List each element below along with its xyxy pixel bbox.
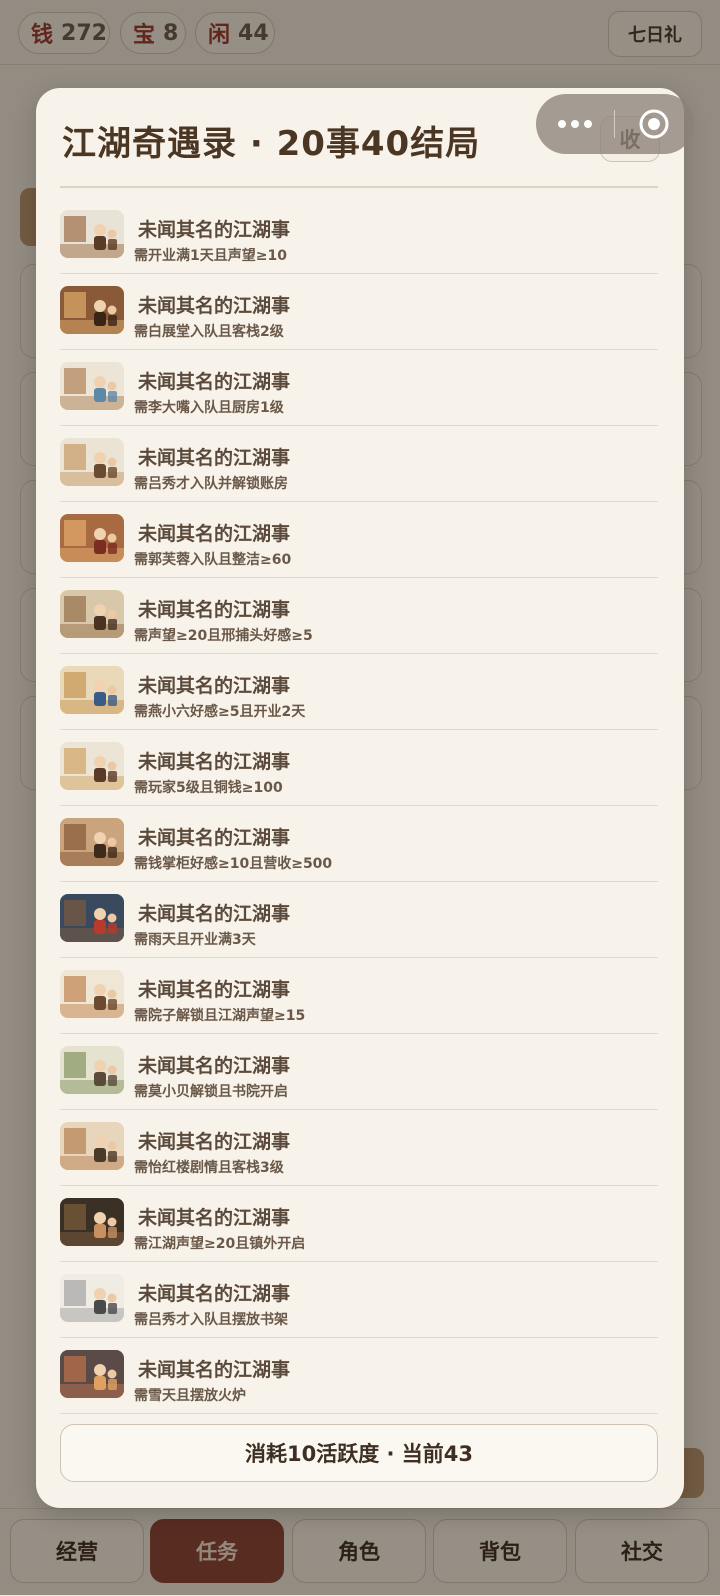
- event-requirement: 需李大嘴入队且厨房1级: [134, 400, 284, 416]
- event-requirement: 需怡红楼剧情且客栈3级: [134, 1160, 284, 1176]
- event-name: 未闻其名的江湖事: [138, 1359, 291, 1381]
- event-requirement: 需雪天且摆放火炉: [134, 1388, 246, 1404]
- event-name: 未闻其名的江湖事: [138, 903, 291, 925]
- nav-overlay: [0, 1508, 720, 1595]
- event-name: 未闻其名的江湖事: [138, 675, 291, 697]
- event-illustration: [60, 666, 124, 714]
- event-requirement: 需声望≥20且邢捕头好感≥5: [134, 628, 313, 644]
- event-name: 未闻其名的江湖事: [138, 523, 291, 545]
- event-name: 未闻其名的江湖事: [138, 827, 291, 849]
- event-item[interactable]: 未闻其名的江湖事需钱掌柜好感≥10且营收≥500: [60, 806, 658, 882]
- event-item[interactable]: 未闻其名的江湖事需院子解锁且江湖声望≥15: [60, 958, 658, 1034]
- event-item[interactable]: 未闻其名的江湖事需燕小六好感≥5且开业2天: [60, 654, 658, 730]
- event-requirement: 需玩家5级且铜钱≥100: [134, 780, 283, 796]
- event-item[interactable]: 未闻其名的江湖事需吕秀才入队并解锁账房: [60, 426, 658, 502]
- event-name: 未闻其名的江湖事: [138, 1207, 291, 1229]
- event-item[interactable]: 未闻其名的江湖事需江湖声望≥20且镇外开启: [60, 1186, 658, 1262]
- spend-activity-button[interactable]: 消耗10活跃度 · 当前43: [60, 1424, 658, 1482]
- event-illustration: [60, 210, 124, 258]
- event-item[interactable]: 未闻其名的江湖事需声望≥20且邢捕头好感≥5: [60, 578, 658, 654]
- event-item[interactable]: 未闻其名的江湖事需玩家5级且铜钱≥100: [60, 730, 658, 806]
- event-name: 未闻其名的江湖事: [138, 219, 291, 241]
- event-requirement: 需白展堂入队且客栈2级: [134, 324, 284, 340]
- event-requirement: 需钱掌柜好感≥10且营收≥500: [134, 856, 333, 872]
- event-requirement: 需吕秀才入队并解锁账房: [134, 476, 288, 492]
- event-illustration: [60, 1046, 124, 1094]
- event-item[interactable]: 未闻其名的江湖事需雪天且摆放火炉: [60, 1338, 658, 1414]
- event-illustration: [60, 590, 124, 638]
- event-illustration: [60, 970, 124, 1018]
- event-requirement: 需院子解锁且江湖声望≥15: [134, 1008, 306, 1024]
- event-name: 未闻其名的江湖事: [138, 447, 291, 469]
- event-requirement: 需吕秀才入队且摆放书架: [134, 1312, 288, 1328]
- miniprogram-capsule: [536, 94, 694, 154]
- event-item[interactable]: 未闻其名的江湖事需郭芙蓉入队且整洁≥60: [60, 502, 658, 578]
- event-illustration: [60, 514, 124, 562]
- event-illustration: [60, 894, 124, 942]
- event-illustration: [60, 742, 124, 790]
- event-name: 未闻其名的江湖事: [138, 371, 291, 393]
- event-illustration: [60, 1350, 124, 1398]
- event-item[interactable]: 未闻其名的江湖事需雨天且开业满3天: [60, 882, 658, 958]
- event-requirement: 需莫小贝解锁且书院开启: [134, 1084, 288, 1100]
- event-name: 未闻其名的江湖事: [138, 751, 291, 773]
- modal-title: 江湖奇遇录 · 20事40结局: [62, 124, 481, 164]
- event-name: 未闻其名的江湖事: [138, 979, 291, 1001]
- event-illustration: [60, 818, 124, 866]
- event-requirement: 需雨天且开业满3天: [134, 932, 256, 948]
- title-divider: [60, 186, 658, 188]
- close-miniprogram-icon[interactable]: [615, 107, 693, 141]
- event-requirement: 需江湖声望≥20且镇外开启: [134, 1236, 306, 1252]
- event-item[interactable]: 未闻其名的江湖事需李大嘴入队且厨房1级: [60, 350, 658, 426]
- event-illustration: [60, 438, 124, 486]
- event-item[interactable]: 未闻其名的江湖事需莫小贝解锁且书院开启: [60, 1034, 658, 1110]
- event-illustration: [60, 362, 124, 410]
- event-requirement: 需郭芙蓉入队且整洁≥60: [134, 552, 292, 568]
- event-requirement: 需开业满1天且声望≥10: [134, 248, 287, 264]
- event-name: 未闻其名的江湖事: [138, 1283, 291, 1305]
- event-illustration: [60, 286, 124, 334]
- event-item[interactable]: 未闻其名的江湖事需怡红楼剧情且客栈3级: [60, 1110, 658, 1186]
- event-name: 未闻其名的江湖事: [138, 295, 291, 317]
- event-name: 未闻其名的江湖事: [138, 1055, 291, 1077]
- adventure-modal: 江湖奇遇录 · 20事40结局 收 未闻其名的江湖事需开业满1天且声望≥10未闻…: [36, 88, 684, 1508]
- more-menu-icon[interactable]: [536, 120, 614, 128]
- event-list: 未闻其名的江湖事 需开业满1天且声望≥10 未闻其名的江湖事 需白展堂入队且客栈2级未…: [60, 198, 658, 1414]
- event-illustration: [60, 1274, 124, 1322]
- event-illustration: [60, 1198, 124, 1246]
- event-requirement: 需燕小六好感≥5且开业2天: [134, 704, 306, 720]
- event-item[interactable]: 未闻其名的江湖事需白展堂入队且客栈2级: [60, 274, 658, 350]
- event-item[interactable]: 未闻其名的江湖事需开业满1天且声望≥10: [60, 198, 658, 274]
- event-item[interactable]: 未闻其名的江湖事需吕秀才入队且摆放书架: [60, 1262, 658, 1338]
- event-name: 未闻其名的江湖事: [138, 1131, 291, 1153]
- event-name: 未闻其名的江湖事: [138, 599, 291, 621]
- event-illustration: [60, 1122, 124, 1170]
